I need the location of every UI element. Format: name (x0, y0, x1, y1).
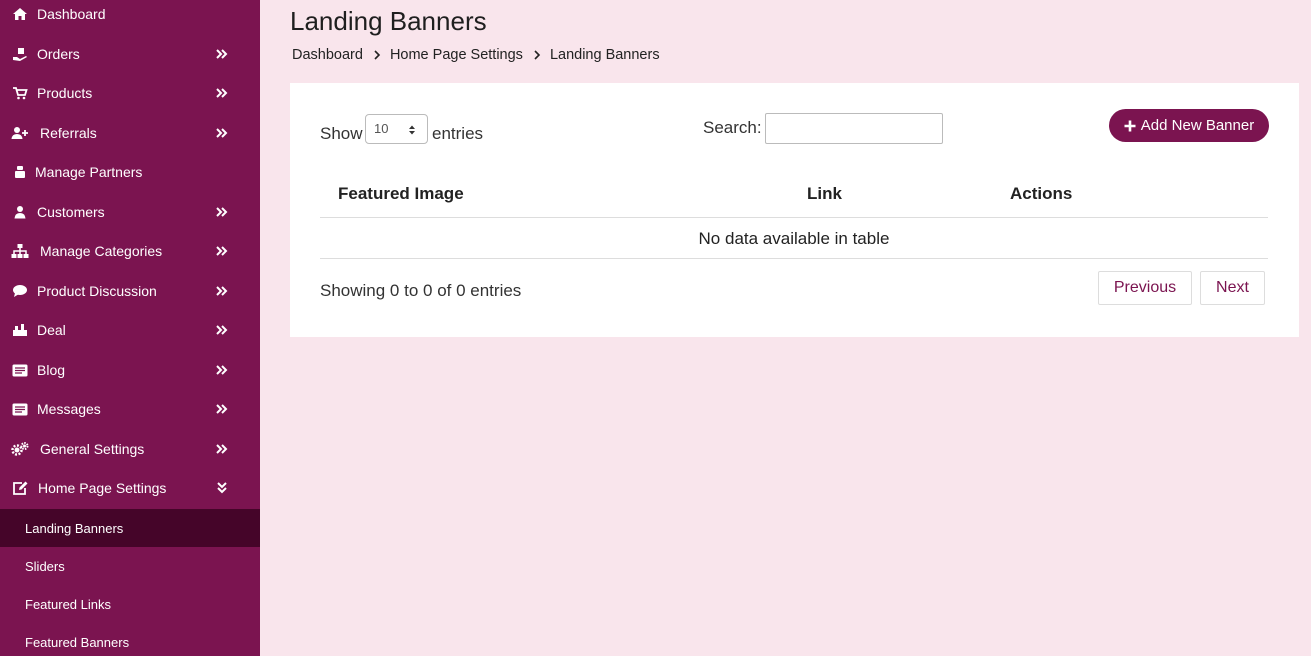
deal-icon (11, 322, 29, 338)
sidebar-item-manage-partners[interactable]: Manage Partners (0, 154, 260, 190)
sidebar-item-home-page-settings[interactable]: Home Page Settings (0, 470, 260, 506)
hand-box-icon (11, 46, 29, 62)
chevron-double-right-icon (216, 286, 228, 296)
chat-icon (11, 283, 29, 299)
sidebar-item-general-settings[interactable]: General Settings (0, 431, 260, 467)
add-new-banner-button[interactable]: Add New Banner (1109, 109, 1269, 142)
sidebar-item-label: Messages (37, 401, 101, 417)
sidebar-item-deal[interactable]: Deal (0, 312, 260, 348)
table-empty-message: No data available in table (698, 229, 890, 248)
sidebar-item-label: Products (37, 85, 93, 101)
sidebar-item-label: Home Page Settings (38, 480, 167, 496)
chevron-right-icon (374, 50, 381, 60)
chevron-double-right-icon (216, 325, 228, 335)
sidebar-item-products[interactable]: Products (0, 75, 260, 111)
sidebar-subitem-sliders[interactable]: Sliders (0, 547, 260, 585)
sidebar-subitem-label: Landing Banners (25, 520, 124, 536)
sidebar: Dashboard Orders Products Referrals Mana… (0, 0, 260, 656)
sidebar-item-label: Dashboard (37, 6, 106, 22)
sidebar-subitem-landing-banners[interactable]: Landing Banners (0, 509, 260, 547)
search-label: Search: (703, 118, 762, 137)
column-header-link[interactable]: Link (807, 184, 842, 204)
edit-icon (11, 480, 29, 496)
sidebar-item-label: Product Discussion (37, 283, 157, 299)
table-info: Showing 0 to 0 of 0 entries (320, 281, 522, 300)
breadcrumb: Dashboard Home Page Settings Landing Ban… (292, 47, 660, 63)
search-input[interactable] (765, 113, 943, 144)
list-card-icon (11, 362, 29, 378)
breadcrumb-link-dashboard[interactable]: Dashboard (292, 47, 363, 63)
banners-table-card: Show 10 entries Search: Add New Banner F… (290, 83, 1299, 337)
sort-arrows-icon (409, 125, 415, 135)
chevron-double-right-icon (216, 88, 228, 98)
sidebar-item-label: Orders (37, 46, 80, 62)
user-plus-icon (11, 125, 29, 141)
sidebar-subitem-label: Featured Banners (25, 634, 130, 650)
sidebar-item-label: Deal (37, 322, 66, 338)
sidebar-item-label: Customers (37, 204, 105, 220)
sidebar-subitem-label: Sliders (25, 558, 65, 574)
chevron-double-right-icon (216, 128, 228, 138)
list-card-icon (11, 401, 29, 417)
sidebar-item-label: Blog (37, 362, 66, 378)
sidebar-subitem-label: Featured Links (25, 596, 111, 612)
chevron-right-icon (534, 50, 541, 60)
chevron-double-right-icon (216, 49, 228, 59)
page-title: Landing Banners (290, 6, 487, 36)
gears-icon (11, 441, 29, 457)
sidebar-item-customers[interactable]: Customers (0, 194, 260, 230)
sidebar-item-orders[interactable]: Orders (0, 36, 260, 72)
sidebar-subitem-featured-banners[interactable]: Featured Banners (0, 623, 260, 656)
sidebar-item-label: General Settings (40, 441, 145, 457)
home-icon (11, 6, 29, 22)
chevron-double-down-icon (217, 482, 227, 494)
plus-icon (1124, 120, 1136, 131)
table-header-divider (320, 217, 1268, 218)
sidebar-item-dashboard[interactable]: Dashboard (0, 0, 260, 32)
entries-per-page-value: 10 (374, 121, 389, 136)
column-header-actions[interactable]: Actions (1010, 184, 1072, 204)
entries-label: entries (432, 124, 484, 143)
sidebar-item-blog[interactable]: Blog (0, 352, 260, 388)
pagination-next-button[interactable]: Next (1200, 271, 1265, 305)
sidebar-item-messages[interactable]: Messages (0, 391, 260, 427)
cart-icon (11, 85, 29, 101)
sidebar-item-referrals[interactable]: Referrals (0, 115, 260, 151)
entries-per-page-select[interactable]: 10 (365, 114, 428, 144)
chevron-double-right-icon (216, 444, 228, 454)
breadcrumb-link-home-page-settings[interactable]: Home Page Settings (390, 47, 523, 63)
sidebar-item-label: Manage Partners (35, 164, 143, 180)
chevron-double-right-icon (216, 365, 228, 375)
chevron-double-right-icon (216, 404, 228, 414)
column-header-featured-image[interactable]: Featured Image (338, 184, 464, 204)
breadcrumb-current: Landing Banners (549, 47, 660, 63)
sitemap-icon (11, 243, 29, 259)
partners-icon (11, 164, 29, 180)
sidebar-subitem-featured-links[interactable]: Featured Links (0, 585, 260, 623)
sidebar-item-manage-categories[interactable]: Manage Categories (0, 233, 260, 269)
sidebar-item-product-discussion[interactable]: Product Discussion (0, 273, 260, 309)
pagination-previous-button[interactable]: Previous (1098, 271, 1192, 305)
sidebar-item-label: Manage Categories (40, 243, 163, 259)
show-label: Show (320, 124, 363, 143)
user-icon (11, 204, 29, 220)
chevron-double-right-icon (216, 207, 228, 217)
table-bottom-divider (320, 258, 1268, 259)
sidebar-item-label: Referrals (40, 125, 97, 141)
add-new-banner-label: Add New Banner (1140, 117, 1255, 134)
chevron-double-right-icon (216, 246, 228, 256)
